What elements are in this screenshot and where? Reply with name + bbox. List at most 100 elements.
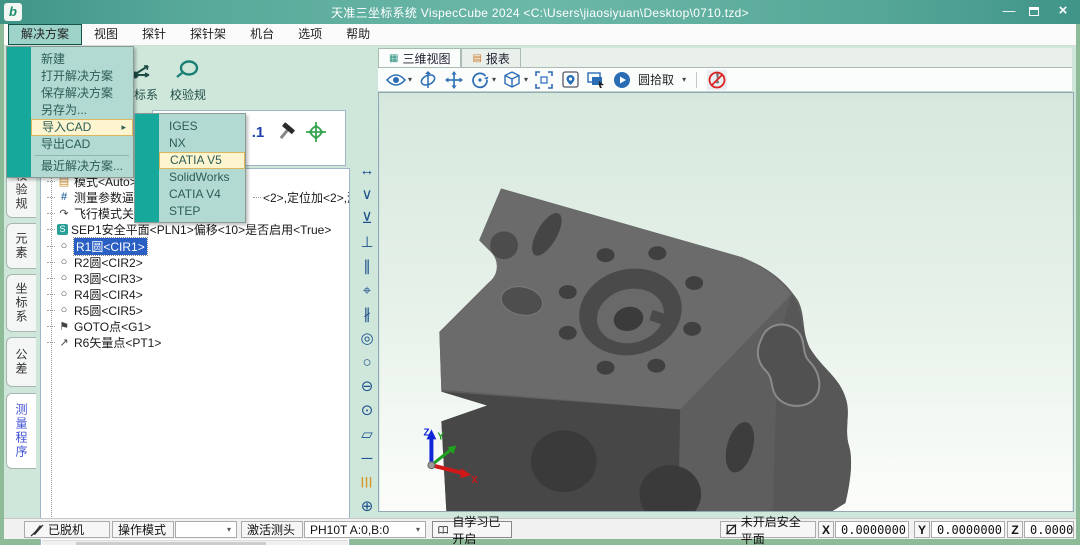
y-coordinate-value: 0.0000000: [931, 521, 1005, 538]
tab-3d-view[interactable]: ▦ 三维视图: [378, 48, 461, 67]
submenu-item-iges[interactable]: IGES: [135, 118, 245, 135]
circle-pick-dropdown[interactable]: 圆拾取: [638, 71, 674, 88]
flatness-icon[interactable]: ▱: [354, 422, 380, 446]
submenu-item-catia-v4[interactable]: CATIA V4: [135, 186, 245, 203]
tab-coordinate-system[interactable]: 坐标系: [6, 274, 36, 332]
triple-bars-icon[interactable]: |||: [354, 470, 380, 494]
gauge-check-label: 校验规: [164, 86, 212, 103]
circle-icon: ○: [57, 288, 71, 300]
menu-item-export-cad[interactable]: 导出CAD: [7, 136, 133, 153]
pan-button[interactable]: [444, 70, 464, 90]
tree-row-circle-r4[interactable]: ○R4圆<CIR4>: [47, 286, 143, 302]
circularity-icon[interactable]: ○: [354, 350, 380, 374]
select-layer-button[interactable]: [586, 70, 606, 90]
tree-row-circle-r2[interactable]: ○R2圆<CIR2>: [47, 254, 143, 270]
tab-tolerance[interactable]: 公差: [6, 337, 36, 387]
submenu-arrow-icon: ▸: [121, 120, 126, 135]
menu-machine[interactable]: 机台: [238, 24, 286, 45]
pick-caret-icon[interactable]: ▾: [682, 75, 686, 84]
close-button[interactable]: ×: [1050, 0, 1076, 22]
runout-icon[interactable]: ⊙: [354, 398, 380, 422]
rotate-icon: [471, 71, 489, 89]
axis-y-label: Y: [437, 431, 444, 442]
angle-tool-icon[interactable]: ∨: [354, 182, 380, 206]
fit-view-button[interactable]: [534, 70, 554, 90]
probe-disabled-button[interactable]: [707, 70, 727, 90]
cube-icon: [503, 71, 521, 89]
menu-probe-rack[interactable]: 探针架: [178, 24, 238, 45]
y-coordinate-label: Y: [914, 521, 930, 538]
menu-item-save-solution[interactable]: 保存解决方案: [7, 85, 133, 102]
menu-item-open-solution[interactable]: 打开解决方案: [7, 68, 133, 85]
menu-item-new[interactable]: 新建: [7, 51, 133, 68]
tree-row-circle-r1[interactable]: ○R1圆<CIR1>: [47, 238, 147, 254]
gdt-toolbar: ↔ ∨ ⊻ ⊥ ∥ ⌖ ∦ ◎ ○ ⊖ ⊙ ▱ ─ ||| ⊕: [354, 158, 380, 518]
menu-help[interactable]: 帮助: [334, 24, 382, 45]
tree-row-vector-point[interactable]: ↗R6矢量点<PT1>: [47, 334, 161, 350]
play-pick-button[interactable]: [612, 70, 632, 90]
concentricity-icon[interactable]: ◎: [354, 326, 380, 350]
gauge-check-button[interactable]: 校验规: [164, 56, 212, 114]
tree-row-fly-mode[interactable]: ↷飞行模式关闭: [47, 205, 146, 221]
vector-point-icon: ↗: [57, 336, 71, 349]
menu-probe[interactable]: 探针: [130, 24, 178, 45]
scroll-left-arrow[interactable]: ◂: [44, 541, 58, 545]
angularity-icon[interactable]: ∦: [354, 302, 380, 326]
tree-row-params-overflow: <2>,定位加<2>,测量·: [253, 189, 350, 205]
z-coordinate-label: Z: [1007, 521, 1023, 538]
no-safety-plane-icon: [726, 523, 737, 536]
menu-item-recent-solutions[interactable]: 最近解决方案...: [7, 158, 133, 175]
build-hammer-button[interactable]: [273, 119, 299, 145]
submenu-item-catia-v5[interactable]: CATIA V5: [159, 152, 245, 169]
decimal-places-button[interactable]: .1: [245, 119, 271, 145]
minimize-button[interactable]: —: [996, 0, 1022, 22]
submenu-item-step[interactable]: STEP: [135, 203, 245, 220]
position-target-icon[interactable]: ⌖: [354, 278, 380, 302]
rotate-view-button[interactable]: [470, 70, 490, 90]
symmetry-icon[interactable]: ⊖: [354, 374, 380, 398]
perpendicularity-icon[interactable]: ⊥: [354, 230, 380, 254]
book-icon: [438, 524, 448, 536]
menu-options[interactable]: 选项: [286, 24, 334, 45]
axis-z-label: Z: [423, 427, 429, 438]
tree-row-goto[interactable]: ⚑GOTO点<G1>: [47, 318, 151, 334]
self-learn-status[interactable]: 自学习已开启: [432, 521, 512, 538]
menu-item-save-as[interactable]: 另存为...: [7, 102, 133, 119]
circle-icon: ○: [57, 304, 71, 316]
align-target-button[interactable]: [303, 119, 329, 145]
menu-solution[interactable]: 解决方案: [8, 24, 82, 45]
goto-flag-icon: ⚑: [57, 320, 71, 333]
menu-view[interactable]: 视图: [82, 24, 130, 45]
angle2-tool-icon[interactable]: ⊻: [354, 206, 380, 230]
view-cube-button[interactable]: [502, 70, 522, 90]
eye-caret-icon[interactable]: ▾: [408, 75, 412, 84]
orbit-icon: [419, 71, 437, 89]
3d-view-tab-icon: ▦: [389, 53, 398, 64]
viewport-3d[interactable]: Z Y X: [378, 92, 1074, 512]
label-pin-button[interactable]: [560, 70, 580, 90]
tree-row-circle-r3[interactable]: ○R3圆<CIR3>: [47, 270, 143, 286]
parallelism-icon[interactable]: ∥: [354, 254, 380, 278]
tree-row-circle-r5[interactable]: ○R5圆<CIR5>: [47, 302, 143, 318]
fly-mode-icon: ↷: [57, 207, 71, 220]
straightness-icon[interactable]: ─: [354, 446, 380, 470]
rotate-caret-icon[interactable]: ▾: [492, 75, 496, 84]
scroll-right-arrow[interactable]: ▸: [332, 541, 346, 545]
submenu-item-solidworks[interactable]: SolidWorks: [135, 169, 245, 186]
solution-menu-dropdown: 新建 打开解决方案 保存解决方案 另存为... 导入CAD ▸ 导出CAD 最近…: [6, 46, 134, 178]
cube-caret-icon[interactable]: ▾: [524, 75, 528, 84]
tab-elements[interactable]: 元素: [6, 223, 36, 269]
visibility-eye-button[interactable]: [386, 70, 406, 90]
magnifier-icon: [164, 56, 212, 86]
true-position-icon[interactable]: ⊕: [354, 494, 380, 518]
submenu-item-nx[interactable]: NX: [135, 135, 245, 152]
distance-tool-icon[interactable]: ↔: [354, 158, 380, 182]
operation-mode-dropdown[interactable]: ▾: [175, 521, 237, 538]
active-probe-dropdown[interactable]: PH10T A:0,B:0 ▾: [304, 521, 426, 538]
tab-report[interactable]: ▤ 报表: [461, 48, 520, 67]
orbit-button[interactable]: [418, 70, 438, 90]
tree-horizontal-scrollbar[interactable]: ◂ ▸: [42, 540, 348, 545]
tab-measure-program[interactable]: 测量程序: [6, 393, 36, 469]
tree-row-safety-plane[interactable]: SSEP1安全平面<PLN1>偏移<10>是否启用<True>: [47, 221, 331, 237]
menu-item-import-cad[interactable]: 导入CAD ▸: [31, 119, 133, 136]
